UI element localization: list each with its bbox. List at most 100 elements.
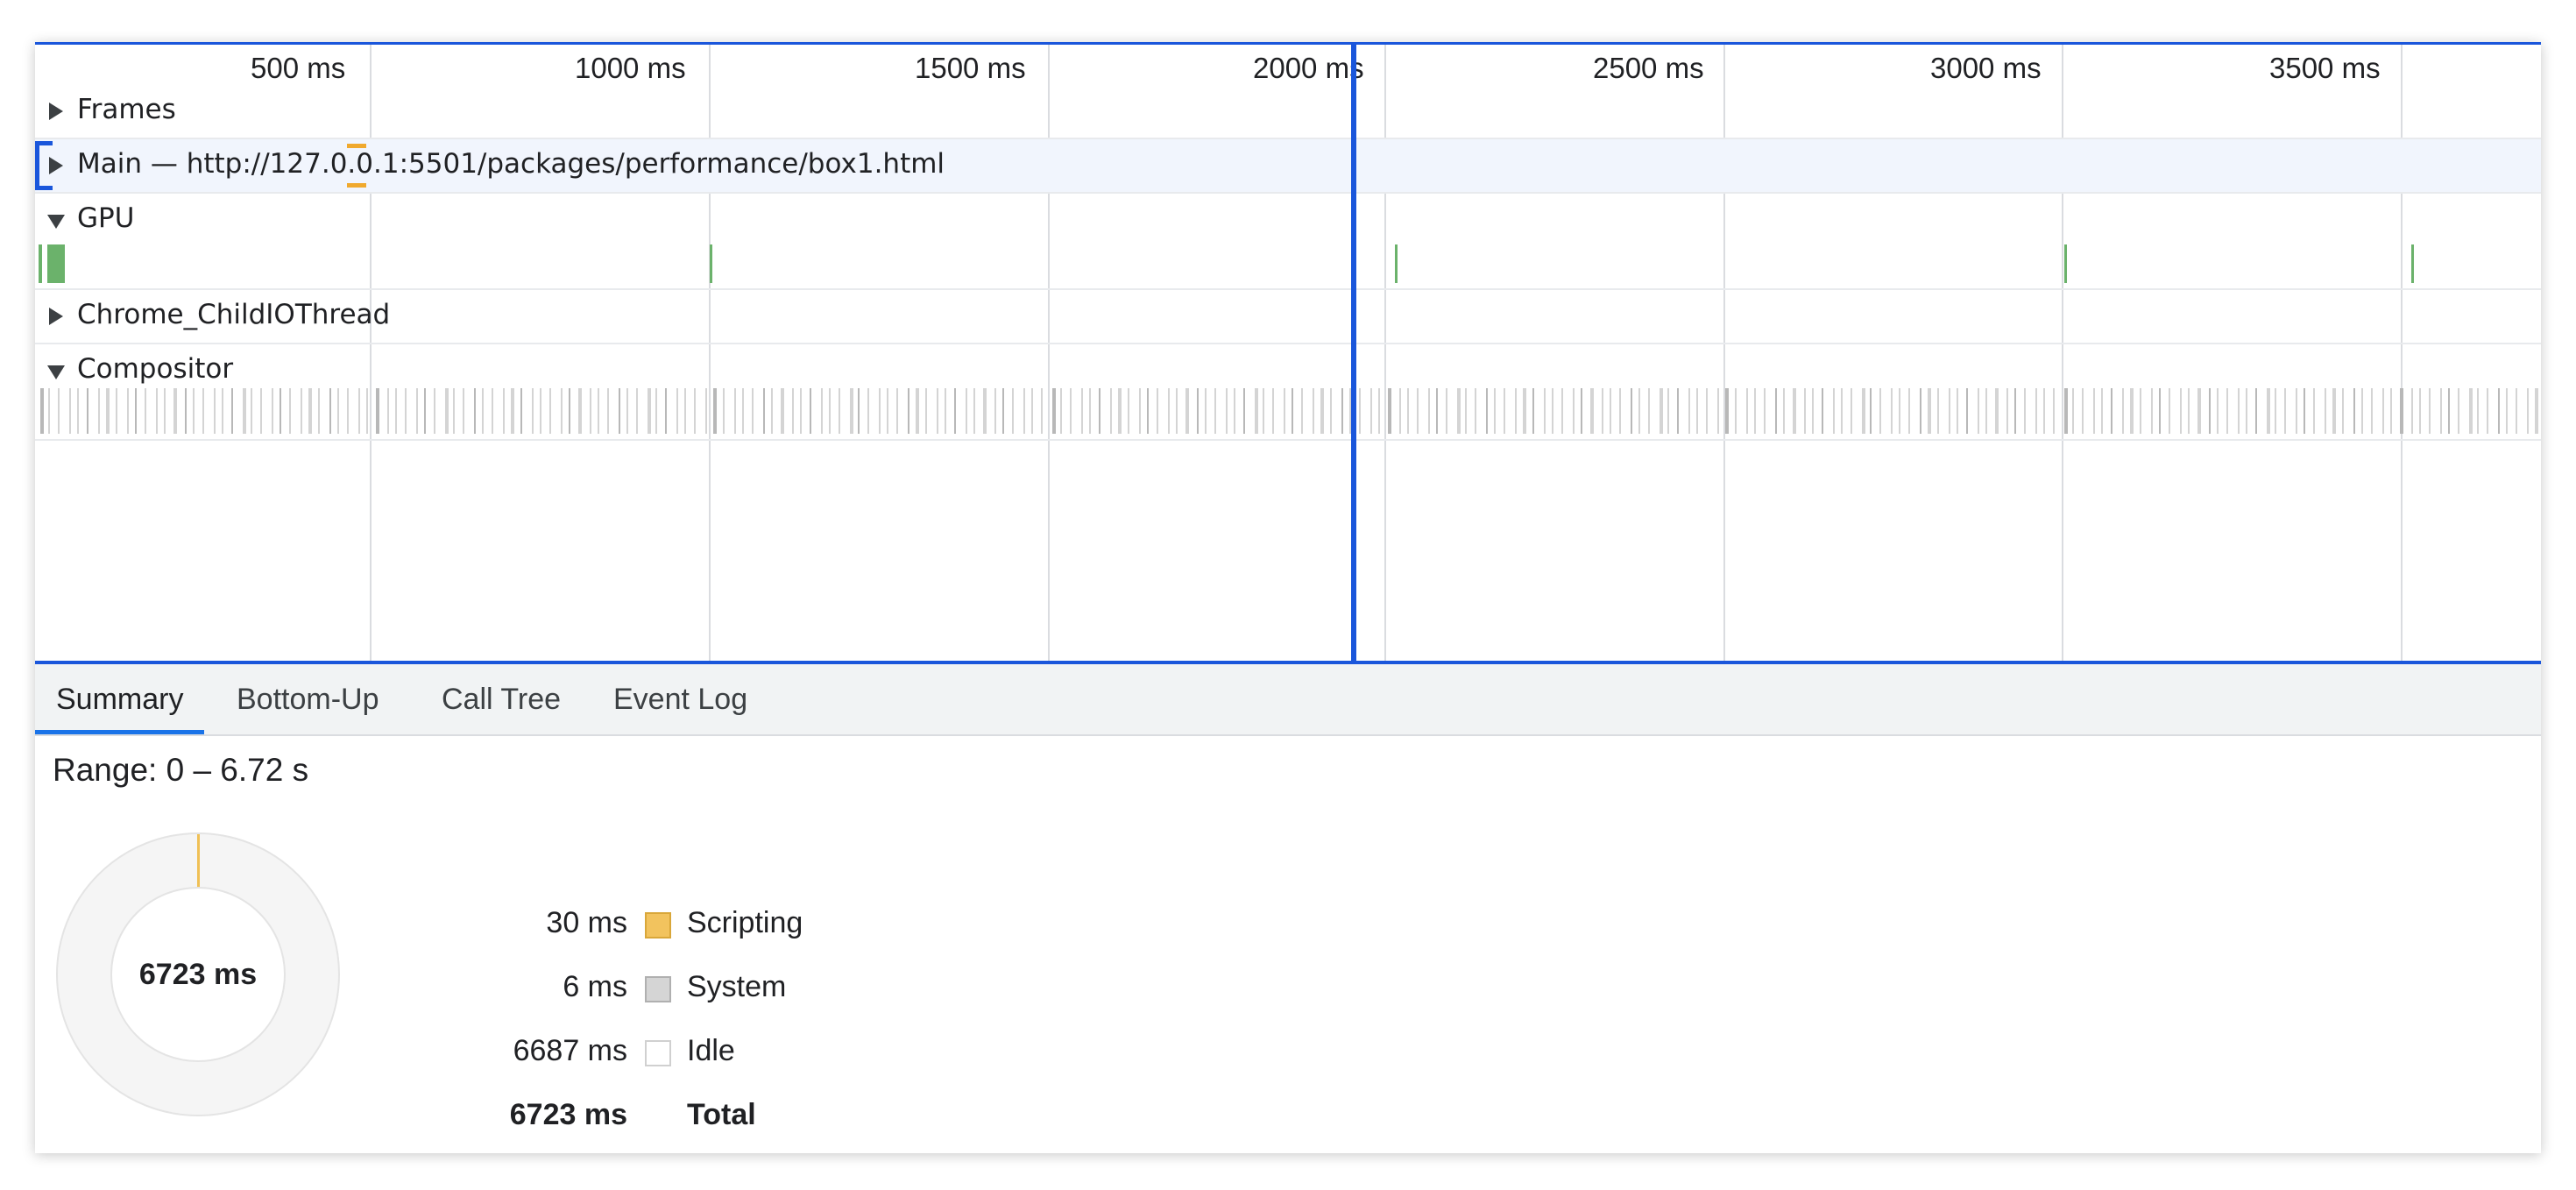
compositor-event-bar[interactable] (1764, 388, 1766, 434)
compositor-event-bar[interactable] (1234, 388, 1235, 434)
compositor-event-bar[interactable] (1851, 388, 1852, 434)
compositor-event-bar[interactable] (983, 388, 987, 434)
compositor-event-bar[interactable] (829, 388, 831, 434)
compositor-event-bar[interactable] (185, 388, 187, 434)
compositor-event-bar[interactable] (1292, 388, 1293, 434)
compositor-event-bar[interactable] (810, 388, 811, 434)
compositor-event-bar[interactable] (1920, 388, 1921, 434)
compositor-event-bar[interactable] (1081, 388, 1083, 434)
compositor-event-bar[interactable] (2217, 388, 2219, 434)
compositor-event-bar[interactable] (2053, 388, 2055, 434)
compositor-event-bar[interactable] (1706, 388, 1708, 434)
compositor-event-bar[interactable] (1995, 388, 1999, 434)
compositor-event-bar[interactable] (416, 388, 418, 434)
compositor-event-bar[interactable] (781, 388, 784, 434)
compositor-event-bar[interactable] (867, 388, 869, 434)
compositor-event-bar[interactable] (445, 388, 449, 434)
compositor-event-bar[interactable] (1255, 388, 1258, 434)
compositor-event-bar[interactable] (2226, 388, 2228, 434)
compositor-event-bar[interactable] (424, 388, 426, 434)
compositor-event-bar[interactable] (2371, 388, 2373, 434)
compositor-event-bar[interactable] (1330, 388, 1332, 434)
compositor-event-bar[interactable] (1185, 388, 1189, 434)
compositor-event-bar[interactable] (214, 388, 216, 434)
compositor-event-bar[interactable] (734, 388, 736, 434)
gpu-activity-bar[interactable] (47, 244, 65, 283)
compositor-event-bar[interactable] (2093, 388, 2095, 434)
compositor-event-bar[interactable] (2353, 388, 2355, 434)
gpu-activity-bar[interactable] (1395, 244, 1398, 283)
collapse-triangle-icon[interactable] (47, 365, 65, 379)
gpu-activity-bar[interactable] (39, 244, 42, 283)
compositor-event-bar[interactable] (193, 388, 195, 434)
compositor-event-bar[interactable] (318, 388, 320, 434)
compositor-event-bar[interactable] (87, 388, 88, 434)
compositor-event-bar[interactable] (1610, 388, 1611, 434)
compositor-event-bar[interactable] (474, 388, 476, 434)
compositor-event-bar[interactable] (1660, 388, 1663, 434)
compositor-event-bar[interactable] (619, 388, 620, 434)
compositor-event-bar[interactable] (272, 388, 273, 434)
compositor-event-bar[interactable] (1157, 388, 1158, 434)
expand-triangle-icon[interactable] (49, 157, 63, 174)
compositor-event-bar[interactable] (1949, 388, 1950, 434)
compositor-event-bar[interactable] (301, 388, 302, 434)
compositor-event-bar[interactable] (2506, 388, 2508, 434)
compositor-event-bar[interactable] (2255, 388, 2257, 434)
compositor-event-bar[interactable] (40, 388, 44, 434)
compositor-event-bar[interactable] (2498, 388, 2500, 434)
compositor-event-bar[interactable] (2400, 388, 2403, 434)
compositor-event-bar[interactable] (2130, 388, 2134, 434)
compositor-event-bar[interactable] (69, 388, 71, 434)
compositor-event-bar[interactable] (2043, 388, 2045, 434)
compositor-event-bar[interactable] (520, 388, 522, 434)
compositor-event-bar[interactable] (1677, 388, 1679, 434)
compositor-event-bar[interactable] (1735, 388, 1737, 434)
compositor-event-bar[interactable] (916, 388, 919, 434)
compositor-event-bar[interactable] (705, 388, 707, 434)
compositor-event-bar[interactable] (607, 388, 609, 434)
compositor-event-bar[interactable] (1446, 388, 1447, 434)
compositor-event-bar[interactable] (723, 388, 725, 434)
compositor-event-bar[interactable] (937, 388, 938, 434)
compositor-event-bar[interactable] (358, 388, 360, 434)
compositor-event-bar[interactable] (2411, 388, 2413, 434)
compositor-event-bar[interactable] (2082, 388, 2084, 434)
compositor-event-bar[interactable] (1908, 388, 1910, 434)
compositor-event-bar[interactable] (1226, 388, 1228, 434)
compositor-event-bar[interactable] (145, 388, 146, 434)
compositor-event-bar[interactable] (966, 388, 967, 434)
compositor-event-bar[interactable] (1313, 388, 1314, 434)
compositor-event-bar[interactable] (858, 388, 860, 434)
compositor-event-bar[interactable] (850, 388, 853, 434)
compositor-event-bar[interactable] (1243, 388, 1245, 434)
compositor-event-bar[interactable] (1359, 388, 1361, 434)
compositor-event-bar[interactable] (251, 388, 252, 434)
compositor-event-bar[interactable] (2516, 388, 2517, 434)
compositor-event-bar[interactable] (1937, 388, 1939, 434)
compositor-event-bar[interactable] (2246, 388, 2247, 434)
compositor-event-bar[interactable] (540, 388, 541, 434)
compositor-event-bar[interactable] (1099, 388, 1100, 434)
compositor-event-bar[interactable] (1602, 388, 1603, 434)
compositor-event-bar[interactable] (1494, 388, 1496, 434)
compositor-event-bar[interactable] (1746, 388, 1748, 434)
compositor-event-bar[interactable] (665, 388, 667, 434)
compositor-event-bar[interactable] (1725, 388, 1729, 434)
compositor-event-bar[interactable] (1378, 388, 1380, 434)
gpu-activity-bar[interactable] (2064, 244, 2067, 283)
compositor-event-bar[interactable] (2275, 388, 2276, 434)
compositor-event-bar[interactable] (1263, 388, 1264, 434)
timeline-area[interactable]: 500 ms 1000 ms 1500 ms 2000 ms 2500 ms 3… (35, 42, 2541, 665)
compositor-event-bar[interactable] (1581, 388, 1582, 434)
compositor-event-bar[interactable] (482, 388, 484, 434)
compositor-event-bar[interactable] (752, 388, 754, 434)
track-frames[interactable]: Frames (35, 87, 2541, 139)
compositor-event-bar[interactable] (1139, 388, 1141, 434)
compositor-event-bar[interactable] (1928, 388, 1931, 434)
compositor-event-bar[interactable] (1667, 388, 1669, 434)
compositor-event-bar[interactable] (2159, 388, 2161, 434)
compositor-event-bar[interactable] (1417, 388, 1419, 434)
compositor-event-bar[interactable] (2006, 388, 2008, 434)
compositor-event-bar[interactable] (2064, 388, 2068, 434)
